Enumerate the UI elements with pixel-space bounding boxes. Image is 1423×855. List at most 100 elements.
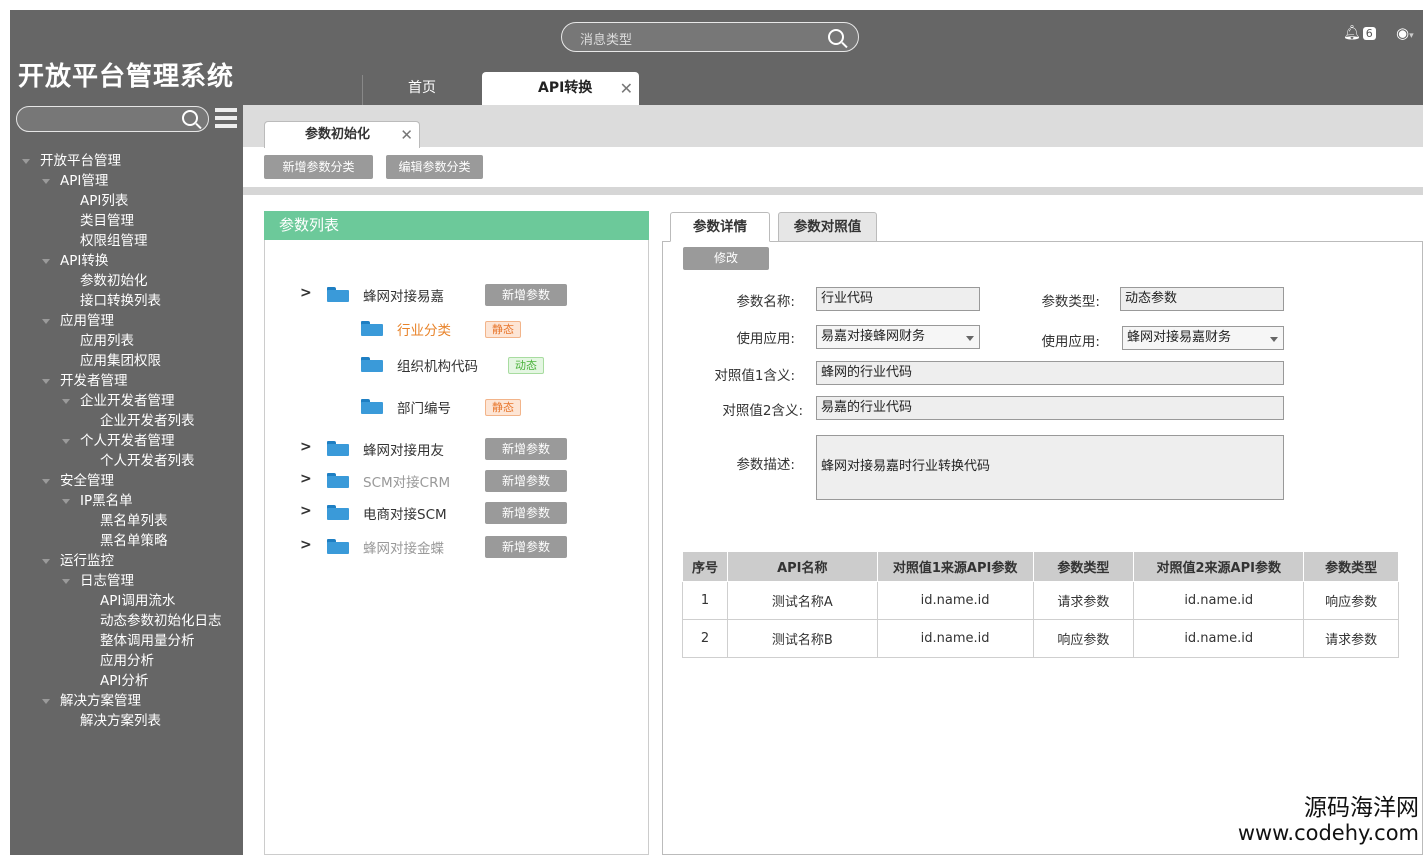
sidebar-item[interactable]: API调用流水 xyxy=(10,591,243,611)
sidebar-item[interactable]: 类目管理 xyxy=(10,211,243,231)
sidebar-item[interactable]: IP黑名单 xyxy=(10,491,243,511)
sidebar-item[interactable]: 接口转换列表 xyxy=(10,291,243,311)
expand-arrow-icon[interactable]: > xyxy=(300,537,312,553)
edit-button[interactable]: 修改 xyxy=(683,247,769,270)
ref2-label: 对照值2含义: xyxy=(722,403,803,419)
sidebar-item[interactable]: 解决方案管理 xyxy=(10,691,243,711)
tab-param-mapping[interactable]: 参数对照值 xyxy=(778,212,877,242)
sidebar-item-label: 开发者管理 xyxy=(60,373,128,389)
close-icon[interactable]: ✕ xyxy=(400,122,413,148)
sidebar-item[interactable]: 日志管理 xyxy=(10,571,243,591)
caret-down-icon[interactable] xyxy=(42,319,50,324)
sidebar-item-label: 个人开发者列表 xyxy=(100,453,195,469)
sidebar-item[interactable]: 开发者管理 xyxy=(10,371,243,391)
add-param-button[interactable]: 新增参数 xyxy=(485,284,567,306)
search-icon[interactable] xyxy=(828,29,844,45)
param-group-label[interactable]: SCM对接CRM xyxy=(363,471,450,491)
sidebar-item[interactable]: 应用列表 xyxy=(10,331,243,351)
sidebar-item[interactable]: API分析 xyxy=(10,671,243,691)
expand-arrow-icon[interactable]: > xyxy=(300,503,312,519)
add-param-button[interactable]: 新增参数 xyxy=(485,470,567,492)
param-group-label[interactable]: 电商对接SCM xyxy=(363,503,447,523)
tab-separator xyxy=(362,75,363,105)
param-item-label[interactable]: 部门编号 xyxy=(397,397,451,417)
param-type-field[interactable]: 动态参数 xyxy=(1120,287,1284,311)
expand-arrow-icon[interactable]: > xyxy=(300,439,312,455)
sidebar-item[interactable]: 安全管理 xyxy=(10,471,243,491)
app2-select[interactable]: 蜂网对接易嘉财务 xyxy=(1122,326,1284,350)
user-menu[interactable]: ◉▾ xyxy=(1396,24,1414,42)
tab-home[interactable]: 首页 xyxy=(382,72,462,105)
caret-down-icon[interactable] xyxy=(62,579,70,584)
tab-api-conversion[interactable]: API转换 ✕ xyxy=(482,72,639,105)
tab-param-detail[interactable]: 参数详情 xyxy=(670,212,770,242)
caret-down-icon[interactable] xyxy=(42,479,50,484)
sidebar-item-label: 个人开发者管理 xyxy=(80,433,175,449)
add-param-button[interactable]: 新增参数 xyxy=(485,536,567,558)
sidebar-item[interactable]: 动态参数初始化日志 xyxy=(10,611,243,631)
sidebar-item-label: API列表 xyxy=(80,193,129,209)
table-row[interactable]: 2 测试名称B id.name.id 响应参数 id.name.id 请求参数 xyxy=(682,618,1399,658)
caret-down-icon[interactable] xyxy=(22,159,30,164)
caret-down-icon[interactable] xyxy=(62,439,70,444)
param-group-label[interactable]: 蜂网对接金蝶 xyxy=(363,537,444,557)
sidebar-item[interactable]: 权限组管理 xyxy=(10,231,243,251)
search-icon[interactable] xyxy=(182,110,198,126)
ref2-field[interactable]: 易嘉的行业代码 xyxy=(816,396,1284,420)
sidebar-item[interactable]: 参数初始化 xyxy=(10,271,243,291)
sidebar-item[interactable]: 个人开发者列表 xyxy=(10,451,243,471)
sidebar-item[interactable]: 应用分析 xyxy=(10,651,243,671)
add-param-button[interactable]: 新增参数 xyxy=(485,502,567,524)
sidebar-item[interactable]: 个人开发者管理 xyxy=(10,431,243,451)
sidebar-item[interactable]: 黑名单策略 xyxy=(10,531,243,551)
param-group-label[interactable]: 蜂网对接用友 xyxy=(363,439,444,459)
sidebar-item[interactable]: 黑名单列表 xyxy=(10,511,243,531)
sidebar-item-label: API调用流水 xyxy=(100,593,176,609)
sidebar-search-input[interactable] xyxy=(16,106,209,132)
edit-category-button[interactable]: 编辑参数分类 xyxy=(386,155,483,179)
table-row[interactable]: 1 测试名称A id.name.id 请求参数 id.name.id 响应参数 xyxy=(682,580,1399,620)
param-item-label[interactable]: 组织机构代码 xyxy=(397,355,478,375)
sidebar-item-label: 黑名单策略 xyxy=(100,533,168,549)
ref1-field[interactable]: 蜂网的行业代码 xyxy=(816,361,1284,385)
bell-icon: 🔔︎ xyxy=(1343,25,1361,41)
caret-down-icon[interactable] xyxy=(42,379,50,384)
sidebar-item[interactable]: 企业开发者管理 xyxy=(10,391,243,411)
param-item-label[interactable]: 行业分类 xyxy=(397,319,451,339)
caret-down-icon[interactable] xyxy=(62,399,70,404)
expand-arrow-icon[interactable]: > xyxy=(300,471,312,487)
top-bar: 开放平台管理系统 消息类型 🔔︎ 6 ◉▾ 首页 API转换 ✕ xyxy=(10,10,1423,105)
sidebar-item[interactable]: 解决方案列表 xyxy=(10,711,243,731)
sidebar-item[interactable]: 企业开发者列表 xyxy=(10,411,243,431)
sidebar-item[interactable]: 应用集团权限 xyxy=(10,351,243,371)
add-category-button[interactable]: 新增参数分类 xyxy=(264,155,373,179)
close-icon[interactable]: ✕ xyxy=(620,72,633,105)
sidebar-item-label: API管理 xyxy=(60,173,109,189)
caret-down-icon[interactable] xyxy=(42,559,50,564)
param-name-field[interactable]: 行业代码 xyxy=(816,287,980,311)
sidebar-item-label: 运行监控 xyxy=(60,553,114,569)
tab-param-init[interactable]: 参数初始化 ✕ xyxy=(264,121,420,148)
param-name-label: 参数名称: xyxy=(736,294,795,310)
sidebar-item[interactable]: API列表 xyxy=(10,191,243,211)
caret-down-icon[interactable] xyxy=(42,179,50,184)
param-group-label[interactable]: 蜂网对接易嘉 xyxy=(363,285,444,305)
desc-field[interactable]: 蜂网对接易嘉时行业转换代码 xyxy=(816,435,1284,500)
chevron-down-icon xyxy=(966,336,974,341)
sidebar-item[interactable]: 开放平台管理 xyxy=(10,151,243,171)
caret-down-icon[interactable] xyxy=(42,259,50,264)
sidebar-item-label: 应用集团权限 xyxy=(80,353,161,369)
add-param-button[interactable]: 新增参数 xyxy=(485,438,567,460)
app1-select[interactable]: 易嘉对接蜂网财务 xyxy=(816,325,980,349)
message-type-search[interactable]: 消息类型 xyxy=(561,22,859,52)
notification-bell[interactable]: 🔔︎ 6 xyxy=(1343,25,1376,41)
sidebar-item[interactable]: API管理 xyxy=(10,171,243,191)
caret-down-icon[interactable] xyxy=(42,699,50,704)
expand-arrow-icon[interactable]: > xyxy=(300,285,312,301)
caret-down-icon[interactable] xyxy=(62,499,70,504)
sidebar-item[interactable]: 运行监控 xyxy=(10,551,243,571)
sidebar-item[interactable]: API转换 xyxy=(10,251,243,271)
sidebar-item[interactable]: 应用管理 xyxy=(10,311,243,331)
sidebar-item[interactable]: 整体调用量分析 xyxy=(10,631,243,651)
menu-icon[interactable] xyxy=(215,108,237,128)
